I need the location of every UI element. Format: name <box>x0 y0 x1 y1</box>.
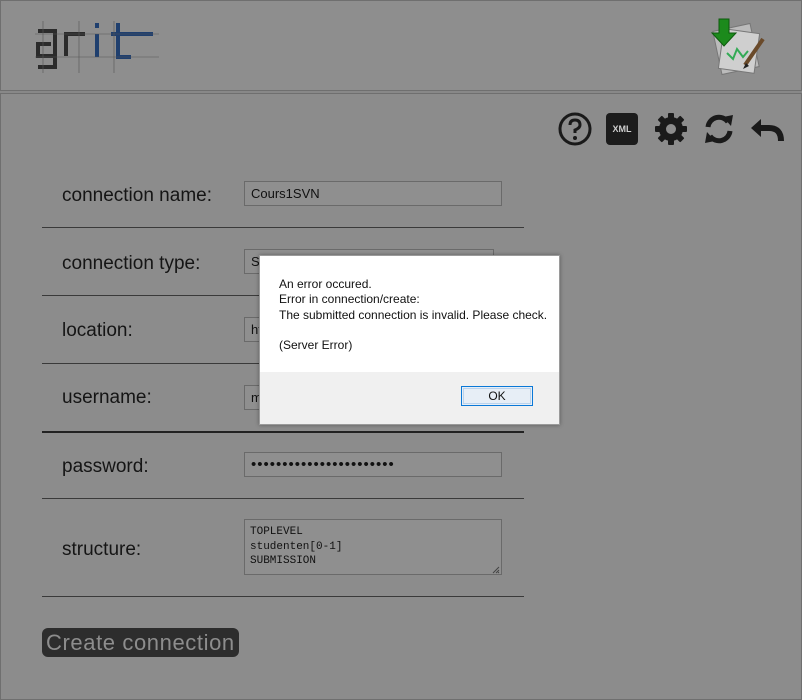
sync-icon[interactable] <box>701 111 737 147</box>
location-label: location: <box>62 320 133 341</box>
structure-label: structure: <box>62 539 142 560</box>
create-connection-button[interactable]: Create connection <box>42 628 239 657</box>
row-password: password: ••••••••••••••••••••••• <box>42 452 524 502</box>
row-structure: structure: TOPLEVEL studenten[0-1] SUBMI… <box>42 519 524 599</box>
dialog-footer: OK <box>260 372 559 424</box>
error-line: The submitted connection is invalid. Ple… <box>279 307 548 322</box>
password-label: password: <box>62 456 149 477</box>
help-icon[interactable] <box>557 111 593 147</box>
error-line: (Server Error) <box>279 338 353 353</box>
divider <box>42 227 524 228</box>
password-input[interactable]: ••••••••••••••••••••••• <box>244 452 502 477</box>
ok-button[interactable]: OK <box>461 386 533 406</box>
error-dialog: An error occured. Error in connection/cr… <box>259 255 560 425</box>
error-line: Error in connection/create: <box>279 292 420 307</box>
error-line: An error occured. <box>279 277 372 291</box>
download-icon[interactable] <box>705 15 767 77</box>
username-label: username: <box>62 387 152 408</box>
resize-grip-icon[interactable] <box>492 566 500 574</box>
divider <box>42 596 524 597</box>
app-header <box>0 0 802 91</box>
grit-logo <box>35 21 159 73</box>
error-message: An error occured. Error in connection/cr… <box>279 277 547 353</box>
back-icon[interactable] <box>749 111 785 147</box>
connection-name-label: connection name: <box>62 185 212 206</box>
row-connection-name: connection name: Cours1SVN <box>42 181 524 231</box>
settings-icon[interactable] <box>653 111 689 147</box>
connection-type-label: connection type: <box>62 253 201 274</box>
structure-textarea[interactable]: TOPLEVEL studenten[0-1] SUBMISSION <box>244 519 502 575</box>
xml-icon[interactable]: XML <box>606 113 638 145</box>
xml-icon-label: XML <box>612 124 632 134</box>
divider <box>42 431 524 433</box>
connection-name-input[interactable]: Cours1SVN <box>244 181 502 206</box>
divider <box>42 498 524 499</box>
